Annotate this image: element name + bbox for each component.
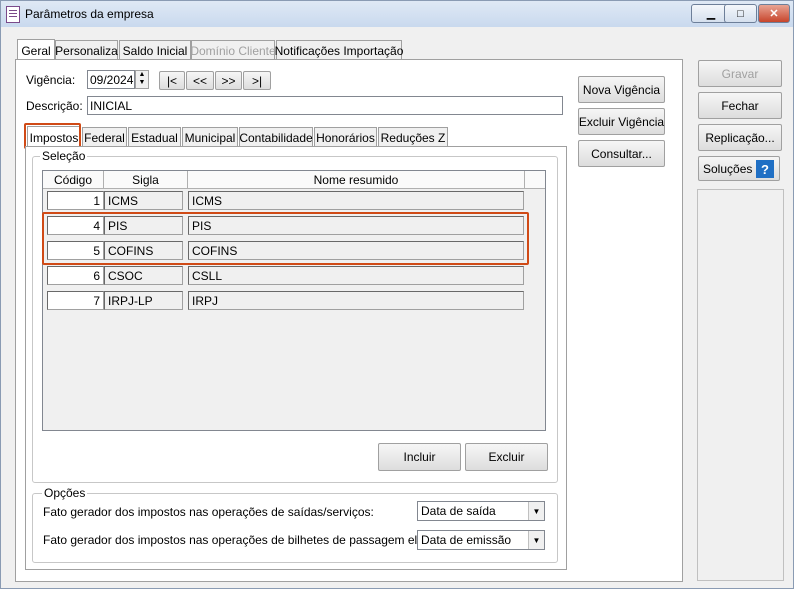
subtab-honorarios[interactable]: Honorários [314,127,377,147]
excluir-button[interactable]: Excluir [465,443,548,471]
chevron-down-icon[interactable]: ▼ [528,531,544,549]
row1-nome[interactable]: ICMS [188,191,524,210]
maximize-button[interactable]: □ [724,4,757,23]
opcoes-title: Opções [42,486,88,500]
fato-bilhetes-value: Data de emissão [421,533,512,547]
tab-geral[interactable]: Geral [17,39,55,61]
row1-sigla[interactable]: ICMS [104,191,183,210]
window-title: Parâmetros da empresa [25,7,154,21]
incluir-button[interactable]: Incluir [378,443,461,471]
row4-nome[interactable]: CSLL [188,266,524,285]
header-nome-resumido[interactable]: Nome resumido [188,171,525,189]
title-bar[interactable]: Parâmetros da empresa ▁ □ ✕ [1,1,793,27]
tab-saldo-inicial[interactable]: Saldo Inicial [119,40,191,60]
nova-vigencia-button[interactable]: Nova Vigência [578,76,665,103]
spin-up-icon[interactable]: ▲ [136,71,148,79]
vigencia-label: Vigência: [26,73,76,87]
vigencia-spinner[interactable]: ▲ ▼ [135,70,149,89]
selecao-title: Seleção [40,149,88,163]
chevron-down-icon[interactable]: ▼ [528,502,544,520]
close-icon: ✕ [769,8,779,20]
fato-saidas-label: Fato gerador dos impostos nas operações … [43,505,374,519]
tab-notificacoes-importacao[interactable]: Notificações Importação [275,40,403,60]
right-panel-frame [697,189,784,581]
first-vigencia-button[interactable]: |< [159,71,185,90]
help-icon: ? [756,160,774,178]
row1-codigo[interactable]: 1 [47,191,104,210]
excluir-vigencia-button[interactable]: Excluir Vigência [578,108,665,135]
tab-personaliza[interactable]: Personaliza [55,40,118,60]
solucoes-button[interactable]: Soluções ? [698,156,780,181]
descricao-input[interactable]: INICIAL [87,96,563,115]
window: Parâmetros da empresa ▁ □ ✕ Geral Person… [0,0,794,589]
app-icon [6,6,20,23]
row4-sigla[interactable]: CSOC [104,266,183,285]
highlight-pis-cofins-rows [42,212,529,265]
fato-saidas-select[interactable]: Data de saída ▼ [417,501,545,521]
selecao-grid[interactable]: Código Sigla Nome resumido 1 ICMS ICMS 4… [42,170,546,431]
vigencia-input[interactable]: 09/2024 [87,70,135,89]
descricao-label: Descrição: [26,99,83,113]
subtab-contabilidade[interactable]: Contabilidade [239,127,313,147]
fechar-button[interactable]: Fechar [698,92,782,119]
prev-vigencia-button[interactable]: << [186,71,214,90]
fato-saidas-value: Data de saída [421,504,496,518]
minimize-icon: ▁ [706,8,716,20]
row5-sigla[interactable]: IRPJ-LP [104,291,183,310]
subtab-estadual[interactable]: Estadual [128,127,181,147]
subtab-municipal[interactable]: Municipal [182,127,238,147]
gravar-button[interactable]: Gravar [698,60,782,87]
header-filler [525,171,545,189]
fato-bilhetes-label: Fato gerador dos impostos nas operações … [43,533,464,547]
close-button[interactable]: ✕ [758,4,790,23]
header-sigla[interactable]: Sigla [104,171,188,189]
header-codigo[interactable]: Código [43,171,104,189]
next-vigencia-button[interactable]: >> [215,71,242,90]
consultar-button[interactable]: Consultar... [578,140,665,167]
last-vigencia-button[interactable]: >| [243,71,271,90]
solucoes-label: Soluções [703,161,753,176]
fato-bilhetes-select[interactable]: Data de emissão ▼ [417,530,545,550]
row5-nome[interactable]: IRPJ [188,291,524,310]
subtab-reducoes-z[interactable]: Reduções Z [378,127,448,147]
maximize-icon: □ [737,7,744,20]
row5-codigo[interactable]: 7 [47,291,104,310]
subtab-federal[interactable]: Federal [82,127,127,147]
row4-codigo[interactable]: 6 [47,266,104,285]
tab-dominio-cliente[interactable]: Domínio Cliente [190,40,276,60]
spin-down-icon[interactable]: ▼ [136,79,148,87]
replicacao-button[interactable]: Replicação... [698,124,782,151]
